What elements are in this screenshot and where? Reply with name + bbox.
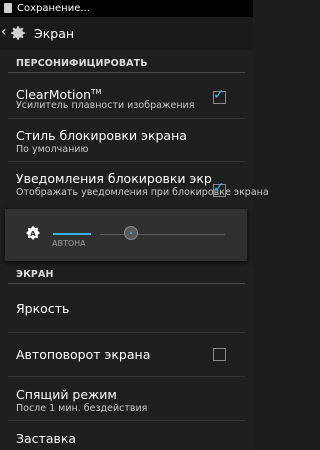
svg-text:A: A — [30, 229, 36, 238]
divider — [8, 420, 245, 421]
lock-style-title: Стиль блокировки экрана — [16, 128, 187, 143]
auto-brightness-label: АВТОНА — [52, 239, 86, 248]
sleep-subtitle: После 1 мин. бездействия — [16, 403, 148, 414]
lock-style-subtitle: По умолчанию — [16, 144, 89, 155]
divider — [8, 376, 245, 377]
back-icon[interactable]: ‹ — [1, 24, 7, 40]
check-icon: ✓ — [213, 87, 225, 103]
page-title: Экран — [34, 26, 75, 41]
lock-notifications-title: Уведомления блокировки экр — [16, 171, 212, 186]
divider — [8, 118, 245, 119]
status-text: Сохранение... — [17, 3, 90, 14]
clearmotion-checkbox[interactable]: ✓ — [213, 87, 226, 104]
sd-card-icon — [4, 3, 12, 13]
screensaver-title: Заставка — [16, 431, 77, 446]
section-header-personalize: ПЕРСОНИФИЦИРОВАТЬ — [16, 58, 148, 69]
section-divider — [8, 72, 245, 73]
autorotate-checkbox[interactable] — [213, 348, 226, 361]
check-icon: ✓ — [213, 180, 225, 196]
brightness-popup: A АВТОНА — [5, 209, 247, 261]
auto-brightness-icon[interactable]: A — [25, 225, 41, 241]
brightness-title: Яркость — [16, 301, 70, 316]
divider — [8, 161, 245, 162]
lock-notifications-subtitle: Отображать уведомления при блокировке эк… — [16, 187, 269, 198]
section-divider — [8, 283, 245, 284]
sleep-title: Спящий режим — [16, 387, 117, 402]
status-bar: Сохранение... — [0, 0, 253, 17]
section-header-screen: ЭКРАН — [16, 269, 54, 280]
lock-notifications-checkbox[interactable]: ✓ — [213, 180, 226, 197]
action-bar: ‹ Экран — [0, 17, 253, 50]
divider — [8, 332, 245, 333]
clearmotion-subtitle: Усилитель плавности изображения — [16, 100, 195, 111]
brightness-slider-thumb[interactable] — [124, 226, 138, 240]
brightness-slider-track[interactable] — [100, 234, 225, 235]
brightness-level-fill — [53, 233, 91, 235]
settings-gear-icon[interactable] — [9, 24, 27, 42]
autorotate-title: Автоповорот экрана — [16, 347, 151, 362]
